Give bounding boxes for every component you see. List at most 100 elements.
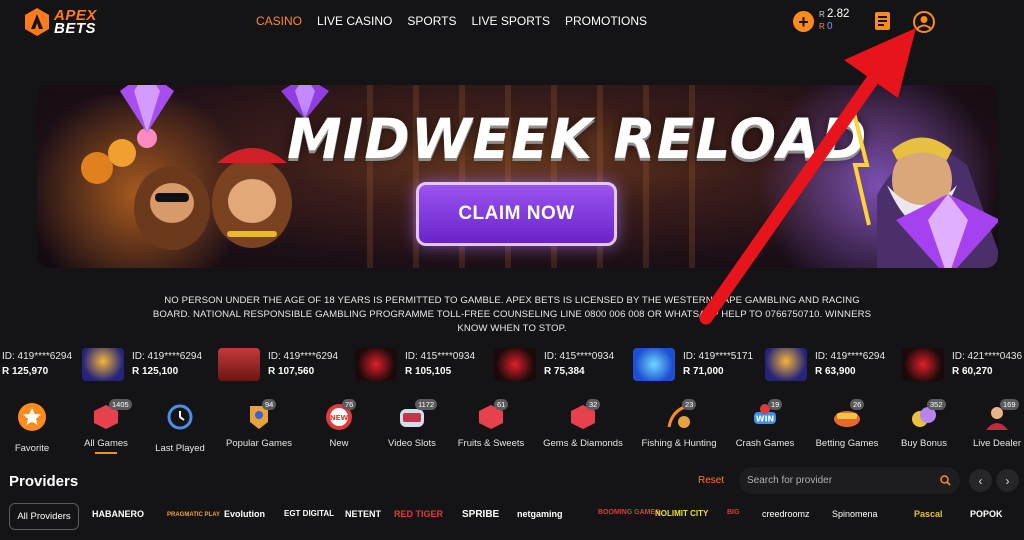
winner-id: ID: 419****6294 (268, 351, 339, 362)
provider-netent[interactable]: NETENT (345, 509, 381, 519)
provider-big[interactable]: BIG (727, 509, 739, 516)
nav-casino[interactable]: CASINO (256, 14, 302, 28)
winner-amount: R 125,970 (2, 366, 49, 377)
provider-habanero[interactable]: HABANERO (92, 509, 144, 519)
claim-now-button[interactable]: CLAIM NOW (416, 182, 617, 246)
provider-search-input[interactable] (747, 475, 927, 486)
reset-link[interactable]: Reset (698, 475, 724, 486)
main-balance: 2.82 (827, 8, 850, 20)
category-last-played[interactable]: Last Played (135, 402, 225, 454)
fishing-icon-wrap: 23 (664, 399, 697, 432)
apex-bets-logo[interactable]: APEX BETS (24, 7, 97, 37)
provider-evolution[interactable]: Evolution (224, 509, 265, 519)
main-nav: CASINO LIVE CASINO SPORTS LIVE SPORTS PR… (256, 14, 647, 28)
count-badge: 23 (682, 399, 697, 410)
game-thumbnail (765, 348, 807, 381)
category-fruits-sweets[interactable]: 61 Fruits & Sweets (446, 399, 536, 449)
provider-spribe[interactable]: SPRIBE (462, 509, 499, 520)
category-gems-diamonds[interactable]: 32 Gems & Diamonds (538, 399, 628, 449)
category-label: Popular Games (225, 438, 292, 449)
category-popular-games[interactable]: 94 Popular Games (214, 399, 304, 449)
winner-amount: R 105,105 (405, 366, 452, 377)
purple-gem-bottomright-icon (896, 194, 998, 268)
category-fishing-hunting[interactable]: 23 Fishing & Hunting (634, 399, 724, 449)
bonus-balance: 0 (827, 21, 833, 32)
winner-amount: R 71,000 (683, 366, 724, 377)
provider-red-tiger[interactable]: RED TIGER (394, 509, 443, 519)
category-label: Fishing & Hunting (641, 438, 717, 449)
deposit-plus-button[interactable]: + (793, 11, 814, 32)
winner-id: ID: 419****6294 (2, 351, 73, 362)
providers-next-button[interactable]: › (996, 469, 1019, 492)
winner-id: ID: 419****6294 (132, 351, 203, 362)
all-providers-button[interactable]: All Providers (9, 503, 79, 530)
logo-mark-icon (25, 8, 49, 36)
count-badge: 94 (262, 399, 277, 410)
category-live-dealer[interactable]: 169 Live Dealer (952, 399, 1024, 449)
currency-symbol: R (819, 10, 825, 19)
star-icon (18, 403, 46, 431)
category-crash-games[interactable]: WIN 19 Crash Games (720, 399, 810, 449)
all-games-icon-wrap: 1405 (91, 399, 132, 432)
slots-icon-wrap: 1172 (397, 399, 438, 432)
nav-live-sports[interactable]: LIVE SPORTS (472, 14, 550, 28)
recent-winners-ticker: ID: 419****6294 R 125,970 ID: 419****629… (0, 348, 1024, 382)
bet-slip-icon[interactable] (874, 11, 891, 31)
nav-live-casino[interactable]: LIVE CASINO (317, 14, 392, 28)
category-label: Crash Games (735, 438, 795, 449)
count-badge: 76 (342, 399, 357, 410)
game-thumbnail (494, 348, 536, 381)
fruits-icon-wrap: 61 (476, 399, 509, 432)
providers-prev-button[interactable]: ‹ (969, 469, 992, 492)
category-label: Gems & Diamonds (543, 438, 623, 449)
provider-egt[interactable]: EGT DIGITAL (284, 509, 334, 518)
game-categories: Favorite 1405 All Games Last Played 94 P… (0, 399, 1024, 460)
provider-popok[interactable]: POPOK (970, 509, 1003, 519)
provider-netgaming[interactable]: netgaming (517, 509, 563, 519)
count-badge: 26 (850, 399, 865, 410)
new-icon-wrap: NEW 76 (324, 399, 357, 432)
winner-id: ID: 415****0934 (405, 351, 476, 362)
provider-nolimit[interactable]: NOLIMIT CITY (655, 509, 708, 518)
provider-pragmatic[interactable]: PRAGMATIC PLAY (167, 512, 220, 518)
winner-id: ID: 419****6294 (815, 351, 886, 362)
balance-display[interactable]: R 2.82 R 0 (819, 8, 849, 33)
provider-creedroomz[interactable]: creedroomz (762, 509, 810, 519)
count-badge: 61 (494, 399, 509, 410)
active-underline (95, 452, 117, 454)
winner-amount: R 75,384 (544, 366, 585, 377)
user-account-icon[interactable] (912, 10, 936, 34)
count-badge: 352 (927, 399, 946, 410)
nav-sports[interactable]: SPORTS (407, 14, 456, 28)
banner-headline: MIDWEEK RELOAD (287, 107, 868, 171)
category-label: Fruits & Sweets (457, 438, 525, 449)
provider-search[interactable] (739, 467, 960, 494)
page: APEX BETS CASINO LIVE CASINO SPORTS LIVE… (0, 0, 1024, 540)
nav-promotions[interactable]: PROMOTIONS (565, 14, 647, 28)
svg-text:WIN: WIN (756, 415, 775, 424)
provider-spinomena[interactable]: Spinomena (832, 509, 878, 519)
search-icon (940, 475, 951, 486)
provider-pascal[interactable]: Pascal (914, 509, 943, 519)
game-thumbnail (82, 348, 124, 381)
category-video-slots[interactable]: 1172 Video Slots (367, 399, 457, 449)
game-thumbnail (902, 348, 944, 381)
popular-icon-wrap: 94 (244, 399, 277, 432)
top-header: APEX BETS CASINO LIVE CASINO SPORTS LIVE… (0, 0, 1024, 44)
game-thumbnail (355, 348, 397, 381)
count-badge: 169 (1000, 399, 1019, 410)
promo-banner[interactable]: MIDWEEK RELOAD CLAIM NOW (37, 85, 998, 268)
history-icon (167, 404, 193, 430)
category-label: Live Dealer (972, 438, 1022, 449)
provider-booming[interactable]: BOOMING GAMES (598, 509, 660, 516)
count-badge: 1405 (109, 399, 132, 410)
purple-gem-topleft-icon (120, 85, 174, 133)
bonus-currency-symbol: R (819, 22, 825, 31)
logo-text: APEX BETS (54, 8, 97, 37)
winner-amount: R 125,100 (132, 366, 179, 377)
winner-id: ID: 415****0934 (544, 351, 615, 362)
winner-amount: R 60,270 (952, 366, 993, 377)
count-badge: 32 (586, 399, 601, 410)
logo-line2: BETS (54, 20, 97, 37)
svg-text:NEW: NEW (330, 414, 349, 422)
